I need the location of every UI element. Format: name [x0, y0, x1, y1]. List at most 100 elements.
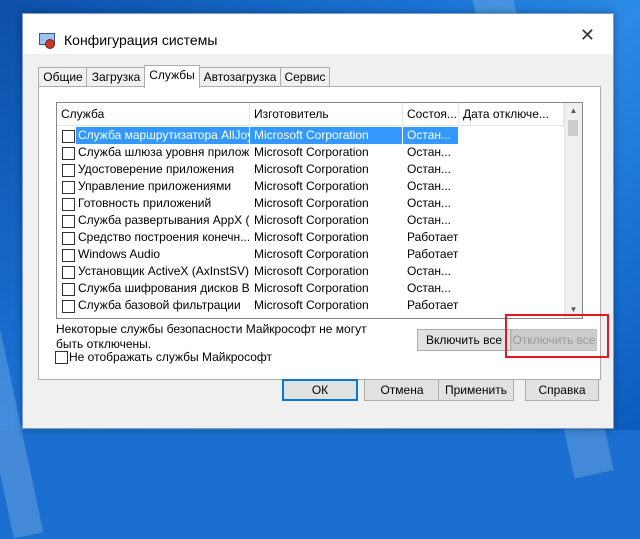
service-name-cell: Средство построения конечн... [57, 229, 249, 246]
service-name: Служба базовой фильтрации [78, 298, 241, 312]
service-vendor: Microsoft Corporation [254, 162, 369, 176]
service-vendor: Microsoft Corporation [254, 298, 369, 312]
service-disabled-date [459, 127, 564, 144]
service-disabled-date [459, 212, 564, 229]
service-name: Средство построения конечн... [78, 230, 249, 244]
service-status: Остан... [407, 281, 451, 295]
service-name-cell: Удостоверение приложения [57, 161, 249, 178]
window-title: Конфигурация системы [64, 32, 218, 48]
service-row[interactable]: Windows Audio Microsoft Corporation Работа… [57, 246, 564, 263]
service-row[interactable]: Служба развертывания AppX (... Microsoft … [57, 212, 564, 229]
service-vendor: Microsoft Corporation [254, 179, 369, 193]
system-configuration-window: Конфигурация системы ✕ Общие Загрузка Сл… [22, 13, 614, 429]
column-header-service[interactable]: Служба [57, 103, 250, 125]
service-disabled-date [459, 263, 564, 280]
service-row[interactable]: Служба базовой фильтрации Microsoft Corpo… [57, 297, 564, 314]
service-disabled-date [459, 178, 564, 195]
service-vendor: Microsoft Corporation [250, 127, 402, 144]
vertical-scrollbar[interactable]: ▲ ▼ [564, 103, 582, 318]
column-header-disabled-date[interactable]: Дата отключе... [459, 103, 564, 125]
service-status: Остан... [407, 179, 451, 193]
msconfig-icon [39, 33, 55, 49]
service-row[interactable]: Установщик ActiveX (AxInstSV) Microsoft C… [57, 263, 564, 280]
service-vendor: Microsoft Corporation [254, 213, 369, 227]
services-tab-panel: Служба Изготовитель Состоя... Дата отклю… [38, 86, 609, 380]
service-checkbox[interactable] [62, 300, 75, 313]
service-name-cell: Служба развертывания AppX (... [57, 212, 249, 229]
service-vendor: Microsoft Corporation [254, 281, 369, 295]
service-name: Служба маршрутизатора AllJoyn [76, 127, 249, 144]
service-checkbox[interactable] [62, 181, 75, 194]
help-button[interactable]: Справка [525, 379, 599, 401]
service-row[interactable]: Средство построения конечн... Microsoft C… [57, 229, 564, 246]
service-checkbox[interactable] [62, 198, 75, 211]
service-row[interactable]: Служба шлюза уровня прилож... Microsoft C… [57, 144, 564, 161]
column-header-vendor[interactable]: Изготовитель [250, 103, 403, 125]
service-row[interactable]: Готовность приложений Microsoft Corporati… [57, 195, 564, 212]
service-name-cell: Установщик ActiveX (AxInstSV) [57, 263, 249, 280]
service-name: Служба развертывания AppX (... [78, 213, 249, 227]
service-status: Остан... [407, 213, 451, 227]
service-checkbox[interactable] [62, 232, 75, 245]
service-checkbox[interactable] [62, 266, 75, 279]
service-status: Остан... [407, 145, 451, 159]
ok-button[interactable]: ОК [282, 379, 358, 401]
service-name-cell: Служба маршрутизатора AllJoyn [57, 127, 249, 144]
service-status: Работает [407, 247, 458, 261]
service-name-cell: Windows Audio [57, 246, 249, 263]
service-name: Готовность приложений [78, 196, 212, 210]
service-checkbox[interactable] [62, 249, 75, 262]
services-list[interactable]: Служба Изготовитель Состоя... Дата отклю… [56, 102, 583, 319]
service-checkbox[interactable] [62, 215, 75, 228]
service-row[interactable]: Управление приложениями Microsoft Corpora… [57, 178, 564, 195]
title-bar[interactable]: Конфигурация системы ✕ [23, 14, 613, 54]
service-name: Windows Audio [78, 247, 161, 261]
service-name-cell: Управление приложениями [57, 178, 249, 195]
cancel-button[interactable]: Отмена [364, 379, 440, 401]
enable-all-button[interactable]: Включить все [417, 329, 511, 351]
service-status: Остан... [407, 196, 451, 210]
service-name: Служба шифрования дисков Bi... [78, 281, 249, 295]
service-checkbox[interactable] [62, 164, 75, 177]
column-header-status[interactable]: Состоя... [403, 103, 459, 125]
scrollbar-thumb[interactable] [568, 120, 578, 136]
service-name: Служба шлюза уровня прилож... [78, 145, 249, 159]
tab-boot[interactable]: Загрузка [86, 67, 146, 87]
service-vendor: Microsoft Corporation [254, 145, 369, 159]
service-vendor: Microsoft Corporation [254, 264, 369, 278]
service-row[interactable]: Служба шифрования дисков Bi... Microsoft … [57, 280, 564, 297]
highlight-annotation-box [505, 314, 609, 358]
service-disabled-date [459, 297, 564, 314]
service-disabled-date [459, 161, 564, 178]
hide-microsoft-services-checkbox[interactable] [55, 351, 68, 364]
tab-general[interactable]: Общие [38, 67, 88, 87]
service-name-cell: Служба базовой фильтрации [57, 297, 249, 314]
service-status: Остан... [407, 264, 451, 278]
service-row[interactable]: Служба маршрутизатора AllJoyn Microsoft C… [57, 127, 564, 144]
service-name: Управление приложениями [78, 179, 232, 193]
service-vendor: Microsoft Corporation [254, 196, 369, 210]
service-vendor: Microsoft Corporation [254, 230, 369, 244]
service-status: Работает [407, 230, 458, 244]
service-disabled-date [459, 195, 564, 212]
tab-services[interactable]: Службы [144, 65, 200, 88]
tab-startup[interactable]: Автозагрузка [198, 67, 282, 87]
service-checkbox[interactable] [62, 130, 75, 143]
service-name: Установщик ActiveX (AxInstSV) [78, 264, 249, 278]
service-name-cell: Служба шлюза уровня прилож... [57, 144, 249, 161]
tab-tools[interactable]: Сервис [280, 67, 330, 87]
scroll-up-icon[interactable]: ▲ [565, 103, 582, 119]
service-disabled-date [459, 229, 564, 246]
apply-button[interactable]: Применить [438, 379, 514, 401]
service-disabled-date [459, 144, 564, 161]
close-icon[interactable]: ✕ [580, 26, 595, 44]
service-name-cell: Служба шифрования дисков Bi... [57, 280, 249, 297]
service-checkbox[interactable] [62, 147, 75, 160]
list-header: Служба Изготовитель Состоя... Дата отклю… [57, 103, 564, 126]
service-checkbox[interactable] [62, 283, 75, 296]
service-row[interactable]: Удостоверение приложения Microsoft Corpor… [57, 161, 564, 178]
service-name: Удостоверение приложения [78, 162, 235, 176]
service-status: Остан... [407, 162, 451, 176]
service-disabled-date [459, 246, 564, 263]
service-status: Работает [407, 298, 458, 312]
